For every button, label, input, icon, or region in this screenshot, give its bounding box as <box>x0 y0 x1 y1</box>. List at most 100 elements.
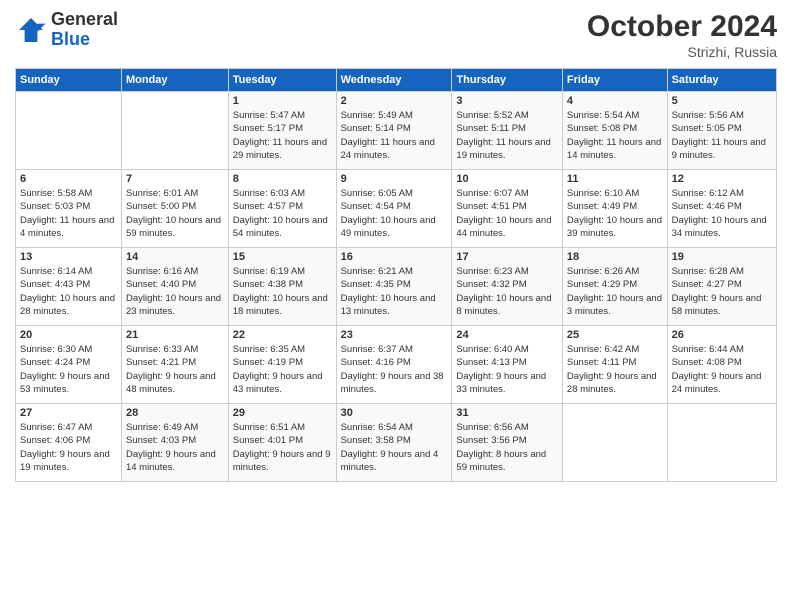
day-info: Sunrise: 6:03 AM Sunset: 4:57 PM Dayligh… <box>233 187 332 240</box>
day-cell: 13 Sunrise: 6:14 AM Sunset: 4:43 PM Dayli… <box>16 248 122 326</box>
header-row: SundayMondayTuesdayWednesdayThursdayFrid… <box>16 69 777 92</box>
day-cell: 18 Sunrise: 6:26 AM Sunset: 4:29 PM Dayli… <box>562 248 667 326</box>
week-row-5: 27Sunrise: 6:47 AM Sunset: 4:06 PM Dayli… <box>16 404 777 482</box>
day-cell: 23Sunrise: 6:37 AM Sunset: 4:16 PM Dayli… <box>336 326 452 404</box>
day-info: Sunrise: 6:14 AM Sunset: 4:43 PM Dayligh… <box>20 265 117 318</box>
month-title: October 2024 <box>587 10 777 44</box>
day-number: 21 <box>126 329 224 341</box>
day-cell: 15 Sunrise: 6:19 AM Sunset: 4:38 PM Dayli… <box>228 248 336 326</box>
day-info: Sunrise: 5:49 AM Sunset: 5:14 PM Dayligh… <box>341 109 448 162</box>
day-number: 19 <box>672 251 772 263</box>
calendar-table: SundayMondayTuesdayWednesdayThursdayFrid… <box>15 68 777 482</box>
day-info: Sunrise: 6:01 AM Sunset: 5:00 PM Dayligh… <box>126 187 224 240</box>
day-number: 20 <box>20 329 117 341</box>
day-cell: 6 Sunrise: 5:58 AM Sunset: 5:03 PM Daylig… <box>16 170 122 248</box>
day-cell: 16 Sunrise: 6:21 AM Sunset: 4:35 PM Dayli… <box>336 248 452 326</box>
day-cell: 27Sunrise: 6:47 AM Sunset: 4:06 PM Dayli… <box>16 404 122 482</box>
day-number: 3 <box>456 95 558 107</box>
day-number: 1 <box>233 95 332 107</box>
day-info: Sunrise: 6:19 AM Sunset: 4:38 PM Dayligh… <box>233 265 332 318</box>
day-info: Sunrise: 6:07 AM Sunset: 4:51 PM Dayligh… <box>456 187 558 240</box>
day-number: 6 <box>20 173 117 185</box>
day-cell: 2 Sunrise: 5:49 AM Sunset: 5:14 PM Daylig… <box>336 92 452 170</box>
day-info: Sunrise: 5:56 AM Sunset: 5:05 PM Dayligh… <box>672 109 772 162</box>
day-cell: 28 Sunrise: 6:49 AM Sunset: 4:03 PM Dayli… <box>121 404 228 482</box>
week-row-4: 20 Sunrise: 6:30 AM Sunset: 4:24 PM Dayli… <box>16 326 777 404</box>
day-cell: 4 Sunrise: 5:54 AM Sunset: 5:08 PM Daylig… <box>562 92 667 170</box>
day-number: 15 <box>233 251 332 263</box>
day-info: Sunrise: 6:49 AM Sunset: 4:03 PM Dayligh… <box>126 421 224 474</box>
day-info: Sunrise: 6:12 AM Sunset: 4:46 PM Dayligh… <box>672 187 772 240</box>
day-number: 23 <box>341 329 448 341</box>
day-info: Sunrise: 6:23 AM Sunset: 4:32 PM Dayligh… <box>456 265 558 318</box>
day-cell <box>562 404 667 482</box>
logo-icon <box>15 14 47 46</box>
day-info: Sunrise: 6:44 AM Sunset: 4:08 PM Dayligh… <box>672 343 772 396</box>
day-cell: 31 Sunrise: 6:56 AM Sunset: 3:56 PM Dayli… <box>452 404 563 482</box>
day-info: Sunrise: 6:56 AM Sunset: 3:56 PM Dayligh… <box>456 421 558 474</box>
day-info: Sunrise: 5:52 AM Sunset: 5:11 PM Dayligh… <box>456 109 558 162</box>
day-number: 12 <box>672 173 772 185</box>
day-info: Sunrise: 6:40 AM Sunset: 4:13 PM Dayligh… <box>456 343 558 396</box>
day-cell: 22Sunrise: 6:35 AM Sunset: 4:19 PM Dayli… <box>228 326 336 404</box>
day-number: 8 <box>233 173 332 185</box>
week-row-3: 13 Sunrise: 6:14 AM Sunset: 4:43 PM Dayli… <box>16 248 777 326</box>
day-cell: 14Sunrise: 6:16 AM Sunset: 4:40 PM Dayli… <box>121 248 228 326</box>
day-number: 30 <box>341 407 448 419</box>
day-number: 31 <box>456 407 558 419</box>
day-header-monday: Monday <box>121 69 228 92</box>
day-cell: 8 Sunrise: 6:03 AM Sunset: 4:57 PM Daylig… <box>228 170 336 248</box>
day-cell: 29 Sunrise: 6:51 AM Sunset: 4:01 PM Dayli… <box>228 404 336 482</box>
day-number: 25 <box>567 329 663 341</box>
day-info: Sunrise: 6:05 AM Sunset: 4:54 PM Dayligh… <box>341 187 448 240</box>
day-cell: 11Sunrise: 6:10 AM Sunset: 4:49 PM Dayli… <box>562 170 667 248</box>
day-number: 26 <box>672 329 772 341</box>
day-header-saturday: Saturday <box>667 69 776 92</box>
day-number: 16 <box>341 251 448 263</box>
day-number: 11 <box>567 173 663 185</box>
day-number: 28 <box>126 407 224 419</box>
day-cell: 1Sunrise: 5:47 AM Sunset: 5:17 PM Daylig… <box>228 92 336 170</box>
logo: General Blue <box>15 10 118 50</box>
day-cell: 5Sunrise: 5:56 AM Sunset: 5:05 PM Daylig… <box>667 92 776 170</box>
day-number: 9 <box>341 173 448 185</box>
day-info: Sunrise: 6:21 AM Sunset: 4:35 PM Dayligh… <box>341 265 448 318</box>
logo-blue: Blue <box>51 29 90 49</box>
day-info: Sunrise: 5:54 AM Sunset: 5:08 PM Dayligh… <box>567 109 663 162</box>
day-number: 7 <box>126 173 224 185</box>
day-cell: 21 Sunrise: 6:33 AM Sunset: 4:21 PM Dayli… <box>121 326 228 404</box>
page: General Blue October 2024 Strizhi, Russi… <box>0 0 792 612</box>
day-info: Sunrise: 6:33 AM Sunset: 4:21 PM Dayligh… <box>126 343 224 396</box>
day-cell: 30Sunrise: 6:54 AM Sunset: 3:58 PM Dayli… <box>336 404 452 482</box>
day-cell: 7 Sunrise: 6:01 AM Sunset: 5:00 PM Daylig… <box>121 170 228 248</box>
day-cell <box>667 404 776 482</box>
day-info: Sunrise: 6:28 AM Sunset: 4:27 PM Dayligh… <box>672 265 772 318</box>
location: Strizhi, Russia <box>587 44 777 60</box>
day-header-thursday: Thursday <box>452 69 563 92</box>
day-number: 29 <box>233 407 332 419</box>
day-number: 13 <box>20 251 117 263</box>
logo-text: General Blue <box>51 10 118 50</box>
day-header-wednesday: Wednesday <box>336 69 452 92</box>
day-cell: 3 Sunrise: 5:52 AM Sunset: 5:11 PM Daylig… <box>452 92 563 170</box>
day-info: Sunrise: 6:42 AM Sunset: 4:11 PM Dayligh… <box>567 343 663 396</box>
day-cell: 26 Sunrise: 6:44 AM Sunset: 4:08 PM Dayli… <box>667 326 776 404</box>
day-number: 4 <box>567 95 663 107</box>
title-section: October 2024 Strizhi, Russia <box>587 10 777 60</box>
day-number: 2 <box>341 95 448 107</box>
day-cell: 9 Sunrise: 6:05 AM Sunset: 4:54 PM Daylig… <box>336 170 452 248</box>
header: General Blue October 2024 Strizhi, Russi… <box>15 10 777 60</box>
day-info: Sunrise: 5:58 AM Sunset: 5:03 PM Dayligh… <box>20 187 117 240</box>
day-cell: 20 Sunrise: 6:30 AM Sunset: 4:24 PM Dayli… <box>16 326 122 404</box>
day-cell: 10Sunrise: 6:07 AM Sunset: 4:51 PM Dayli… <box>452 170 563 248</box>
day-info: Sunrise: 6:51 AM Sunset: 4:01 PM Dayligh… <box>233 421 332 474</box>
day-info: Sunrise: 6:26 AM Sunset: 4:29 PM Dayligh… <box>567 265 663 318</box>
day-cell: 12 Sunrise: 6:12 AM Sunset: 4:46 PM Dayli… <box>667 170 776 248</box>
day-cell: 24 Sunrise: 6:40 AM Sunset: 4:13 PM Dayli… <box>452 326 563 404</box>
day-number: 24 <box>456 329 558 341</box>
day-number: 22 <box>233 329 332 341</box>
day-number: 18 <box>567 251 663 263</box>
day-cell: 19 Sunrise: 6:28 AM Sunset: 4:27 PM Dayli… <box>667 248 776 326</box>
day-number: 17 <box>456 251 558 263</box>
day-info: Sunrise: 6:30 AM Sunset: 4:24 PM Dayligh… <box>20 343 117 396</box>
